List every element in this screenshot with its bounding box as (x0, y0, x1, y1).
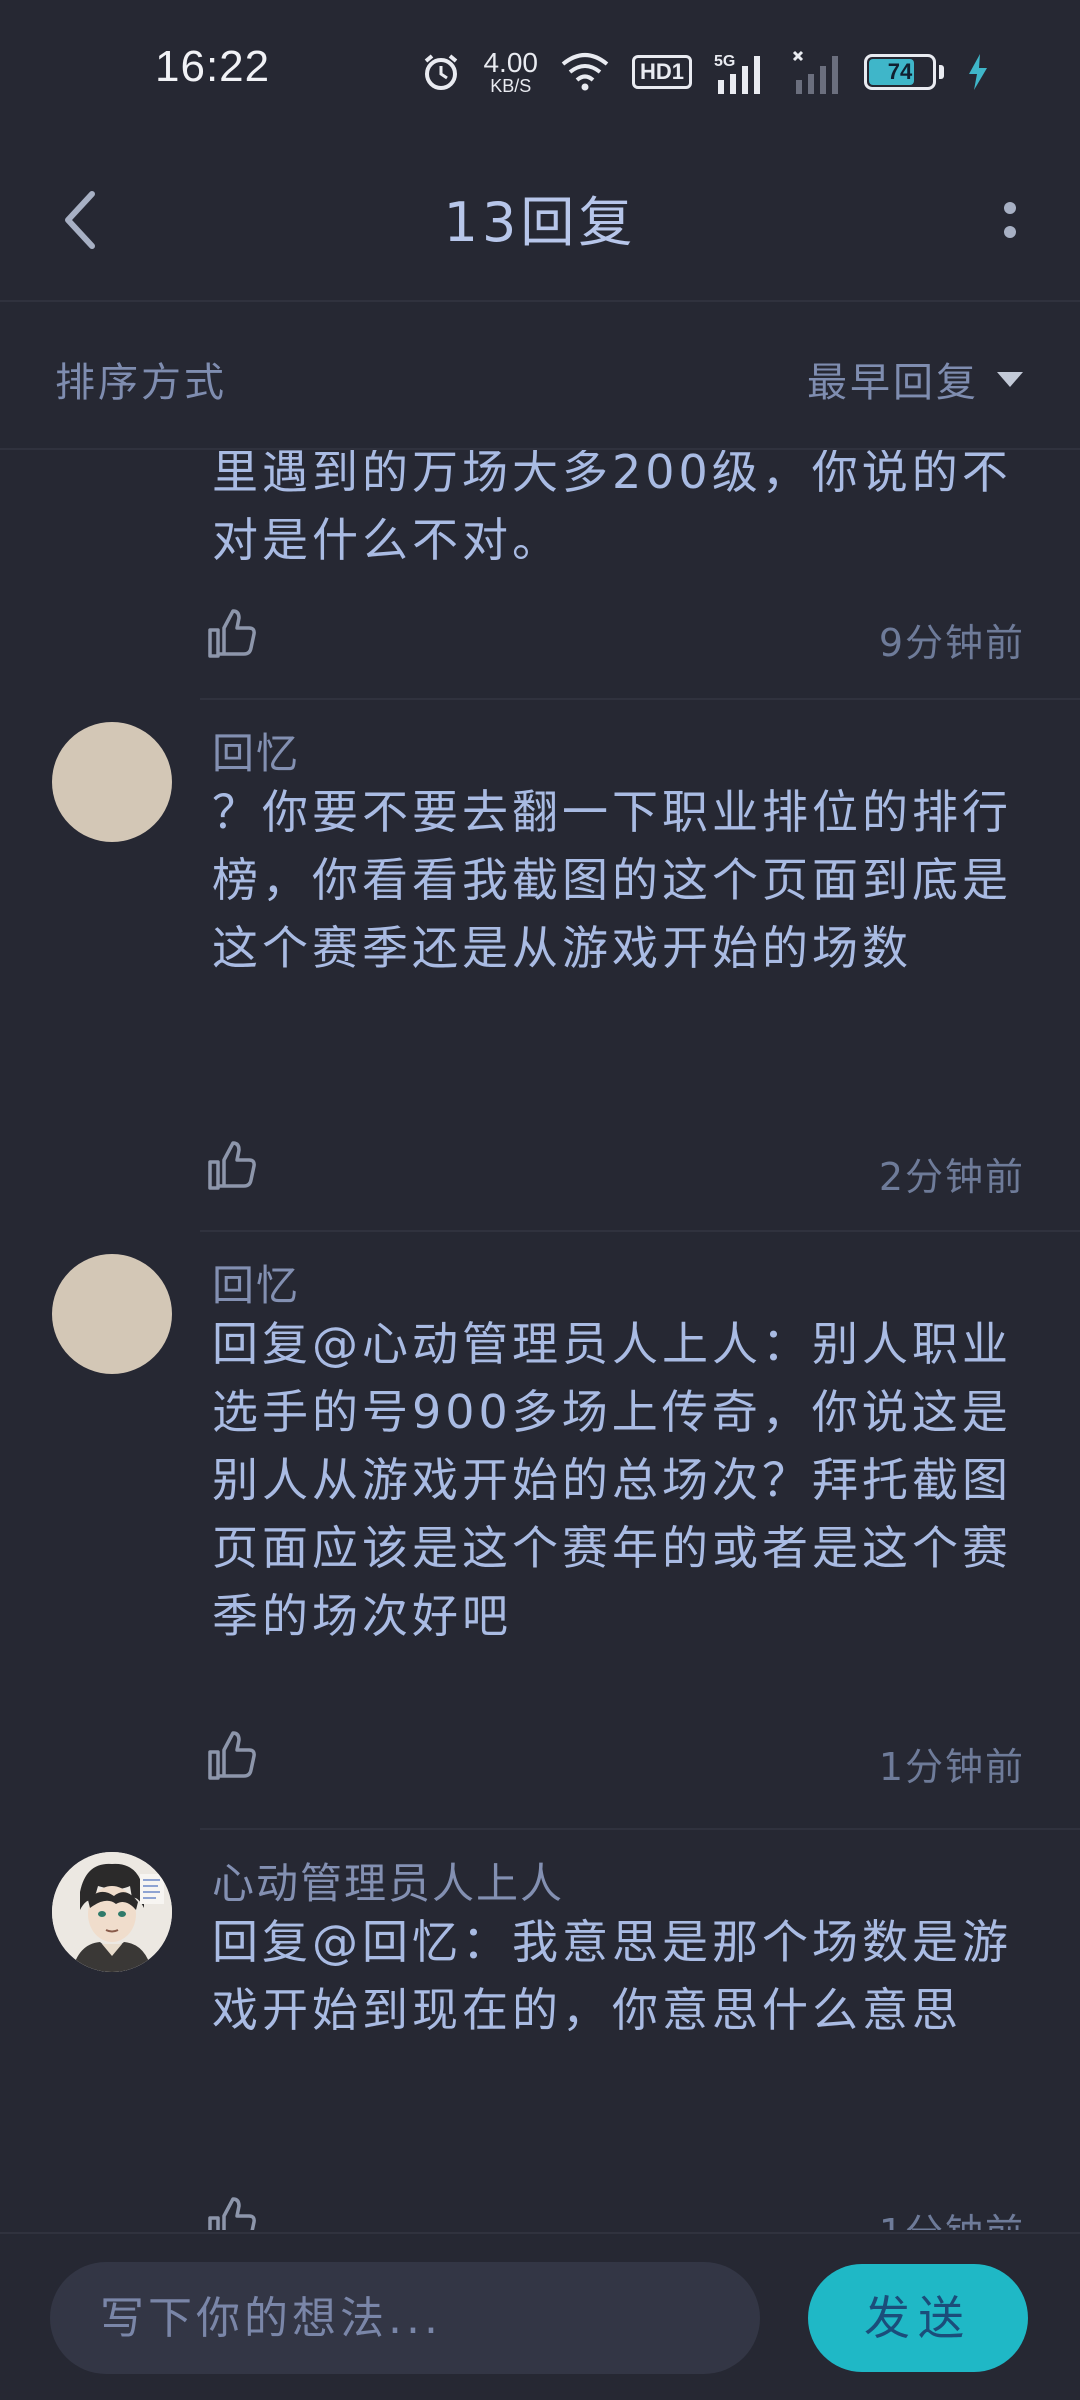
status-bar: 16:22 4.00 KB/S HD1 5G 74 (0, 0, 1080, 140)
net-speed: 4.00 KB/S (483, 47, 538, 96)
thumbs-up-icon[interactable] (206, 1730, 258, 1782)
network-type: 5G (714, 53, 735, 70)
battery-percent: 74 (887, 59, 913, 84)
commenter-name[interactable]: 心动管理员人上人 (212, 1850, 564, 1911)
battery-indicator: 74 (864, 54, 944, 90)
send-button[interactable]: 发送 (808, 2264, 1028, 2372)
comment-time: 1分钟前 (879, 2202, 1025, 2230)
thumbs-up-icon[interactable] (206, 1140, 258, 1192)
sort-label: 排序方式 (55, 360, 227, 406)
status-icons: 4.00 KB/S HD1 5G 74 (421, 48, 990, 96)
list-item: 里遇到的万场大多200级，你说的不对是什么不对。 9分钟前 (0, 450, 1080, 700)
avatar[interactable] (52, 722, 172, 842)
list-item: 回忆 ？你要不要去翻一下职业排位的排行榜，你看看我截图的这个页面到底是这个赛季还… (0, 700, 1080, 1232)
wifi-icon (561, 53, 609, 91)
sort-selected-value: 最早回复 (807, 360, 979, 406)
comment-replies-screen: 16:22 4.00 KB/S HD1 5G 74 13回复 排序方式 最早回复… (0, 0, 1080, 2400)
sort-dropdown[interactable]: 最早回复 (807, 350, 1025, 408)
net-speed-value: 4.00 (483, 47, 538, 78)
title-bar: 13回复 (0, 140, 1080, 302)
list-item: 心动管理员人上人 回复@回忆：我意思是那个场数是游戏开始到现在的，你意思什么意思… (0, 1830, 1080, 2230)
triangle-down-icon (997, 372, 1023, 387)
commenter-name[interactable]: 回忆 (212, 1252, 300, 1313)
avatar[interactable] (52, 1852, 172, 1972)
comment-time: 9分钟前 (878, 621, 1025, 665)
hd-badge: HD1 (631, 55, 692, 89)
comment-text: 回复@回忆：我意思是那个场数是游戏开始到现在的，你意思什么意思 (212, 1915, 1012, 2037)
signal-icon: 5G (714, 53, 760, 94)
thumbs-up-icon[interactable] (206, 608, 258, 660)
comment-time: 1分钟前 (878, 1745, 1025, 1789)
comment-text: 回复@心动管理员人上人：别人职业选手的号900多场上传奇，你说这是别人从游戏开始… (212, 1317, 1012, 1643)
charging-icon (969, 54, 987, 90)
comment-text: 里遇到的万场大多200级，你说的不对是什么不对。 (212, 450, 1012, 567)
signal-no-sim-icon (792, 50, 838, 94)
net-speed-unit: KB/S (490, 76, 532, 96)
list-item: 回忆 回复@心动管理员人上人：别人职业选手的号900多场上传奇，你说这是别人从游… (0, 1232, 1080, 1830)
comment-composer: 发送 (0, 2232, 1080, 2400)
comment-input[interactable] (50, 2262, 760, 2374)
thumbs-up-icon[interactable] (206, 2196, 258, 2230)
comment-text: ？你要不要去翻一下职业排位的排行榜，你看看我截图的这个页面到底是这个赛季还是从游… (212, 785, 1012, 975)
sort-bar: 排序方式 最早回复 (0, 302, 1080, 450)
commenter-name[interactable]: 回忆 (212, 720, 300, 781)
page-title: 13回复 (443, 191, 637, 254)
avatar-anime-portrait (52, 1852, 172, 1972)
avatar[interactable] (52, 1254, 172, 1374)
more-options-icon[interactable] (980, 180, 1040, 260)
alarm-icon (425, 54, 458, 90)
comment-time: 2分钟前 (878, 1155, 1025, 1199)
reply-list[interactable]: 里遇到的万场大多200级，你说的不对是什么不对。 9分钟前 回忆 ？你要不要去翻… (0, 450, 1080, 2230)
status-time: 16:22 (155, 42, 271, 91)
